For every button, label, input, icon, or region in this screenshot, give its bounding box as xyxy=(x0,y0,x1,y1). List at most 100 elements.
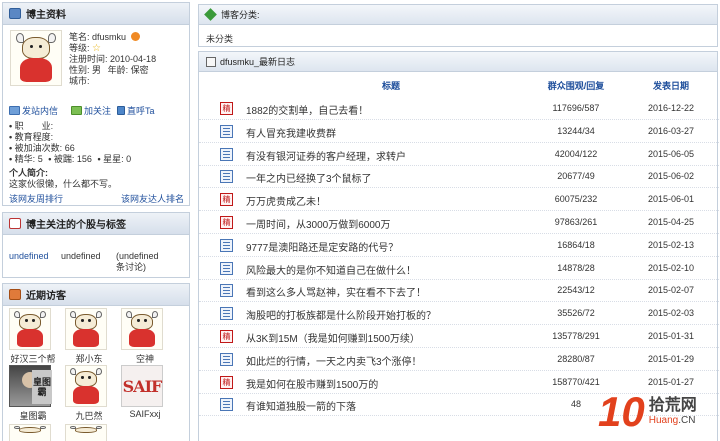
blog-row-title-link[interactable]: 看到这么多人骂赵神，实在看不下去了！ xyxy=(246,284,426,299)
post-icon xyxy=(220,352,233,366)
blog-row-title-link[interactable]: 一年之内已经换了3个鼠标了 xyxy=(246,170,372,185)
visitor-avatar-partial[interactable] xyxy=(9,424,51,441)
visitor-name[interactable]: 九巴然 xyxy=(65,409,113,422)
blog-row-title-link[interactable]: 有没有银河证券的客户经理，求转户 xyxy=(246,148,406,163)
blog-row[interactable]: 精 1882的交割单，自己去看！ 117696/587 2016-12-22 xyxy=(199,97,719,120)
blog-pencil-icon xyxy=(206,56,216,67)
blog-row-title-link[interactable]: 有人冒充我建收费群 xyxy=(246,125,336,140)
age-label: 年龄: xyxy=(107,65,129,75)
blog-row-title-link[interactable]: 从3K到15M（我是如何赚到1500万续） xyxy=(246,330,420,345)
blog-row-title-link[interactable]: 9777是澳阳路还是定安路的代号？ xyxy=(246,239,398,254)
blog-row-title-link[interactable]: 1882的交割单，自己去看！ xyxy=(246,102,368,117)
blog-row[interactable]: 精从3K到15M（我是如何赚到1500万续） 135778/291 2015-01-… xyxy=(199,325,719,348)
visitor-name[interactable]: 郑小东 xyxy=(65,352,113,365)
blog-row-views: 28280/87 xyxy=(557,353,595,364)
watermark-url-main: Huang xyxy=(648,414,679,426)
watermark-name: 拾荒网 xyxy=(648,396,697,414)
weibo-icon[interactable] xyxy=(130,32,140,41)
post-icon xyxy=(220,124,233,138)
blog-row-title-link[interactable]: 如此烂的行情，一天之内卖飞3个涨停！ xyxy=(246,353,422,368)
blog-row[interactable]: 精一周时间，从3000万做到6000万 97863/261 2015-04-25 xyxy=(199,211,719,234)
blog-row[interactable]: 有人冒充我建收费群 13244/34 2016-03-27 xyxy=(199,120,719,143)
visitor-avatar xyxy=(9,308,51,350)
blog-row-title-link[interactable]: 淘股吧的打板族都是什么阶段开始打板的？ xyxy=(246,307,436,322)
shout-button[interactable]: 直呼Ta xyxy=(117,104,155,117)
blog-row-views: 14878/28 xyxy=(557,262,595,273)
visitor-name[interactable]: 皇图霸 xyxy=(9,409,57,422)
star-count: 0 xyxy=(126,154,132,164)
visitor-item[interactable]: 郑小东 xyxy=(65,308,113,365)
blog-row-views: 16864/18 xyxy=(557,239,595,250)
gender-value: 男 xyxy=(92,65,102,75)
main-content: 博客分类: 未分类 dfusmku_最新日志 标题 群众围观/回复 发表日期 精… xyxy=(198,0,720,441)
hot-post-icon: 精 xyxy=(220,193,233,207)
follow-button[interactable]: 加关注 xyxy=(71,104,111,117)
stock-tag-link[interactable]: undefined xyxy=(9,251,49,262)
blog-row-title-link[interactable]: 一周时间，从3000万做到6000万 xyxy=(246,216,391,231)
watermark-text: 拾荒网 Huang.CN xyxy=(649,397,697,427)
hot-post-icon: 精 xyxy=(220,216,233,229)
shout-label: 直呼Ta xyxy=(127,106,155,116)
saif-logo: SAIF xyxy=(121,365,163,407)
visitor-item[interactable]: 九巴然 xyxy=(65,365,113,422)
post-icon xyxy=(220,170,233,184)
blog-row[interactable]: 有没有银河证券的客户经理，求转户 42004/122 2015-06-05 xyxy=(199,143,719,166)
essence-label: 精华: xyxy=(14,154,36,164)
blog-row[interactable]: 如此烂的行情，一天之内卖飞3个涨停！ 28280/87 2015-01-29 xyxy=(199,348,719,371)
category-panel: 博客分类: 未分类 xyxy=(198,4,718,47)
blog-row-date: 2015-06-02 xyxy=(647,171,695,182)
send-message-button[interactable]: 发站内信 xyxy=(9,104,58,117)
watermark-number: 10 xyxy=(598,387,645,435)
sidebar: 博主资料 笔名: dfusmku 等级: ☆ 注册时间: 2010-04-18 … xyxy=(0,0,192,441)
intro-text: 这家伙很懒，什么都不写。 xyxy=(9,179,118,189)
blog-row[interactable]: 风险最大的是你不知道自己在做什么！ 14878/28 2015-02-10 xyxy=(199,257,719,280)
stock-discuss-count: (undefined xyxy=(116,251,159,261)
blog-row-date: 2015-02-03 xyxy=(647,308,695,319)
blog-row-title-link[interactable]: 我是如何在股市赚到1500万的 xyxy=(246,376,378,391)
watermark-url-suffix: .CN xyxy=(678,414,696,426)
add-follow-icon xyxy=(71,106,82,115)
profile-panel: 博主资料 笔名: dfusmku 等级: ☆ 注册时间: 2010-04-18 … xyxy=(2,2,190,206)
hot-post-icon: 精 xyxy=(220,102,233,115)
visitor-name[interactable]: 空神 xyxy=(121,352,169,365)
blog-row[interactable]: 精万万虎贵成乙未！ 60075/232 2015-06-01 xyxy=(199,188,719,212)
blog-row-title-link[interactable]: 万万虎贵成乙未！ xyxy=(246,193,326,208)
blog-row-views: 42004/122 xyxy=(554,148,598,159)
watermark-url: Huang.CN xyxy=(649,415,697,427)
post-icon xyxy=(220,147,233,161)
star-label: 星星: xyxy=(103,154,124,164)
blog-row-date: 2015-01-29 xyxy=(647,353,695,364)
blog-row-title-link[interactable]: 风险最大的是你不知道自己在做什么！ xyxy=(246,262,416,277)
age-value: 保密 xyxy=(130,65,149,75)
blog-row-views: 22543/12 xyxy=(557,285,595,296)
visitor-avatar-partial[interactable] xyxy=(65,424,107,441)
blog-row[interactable]: 一年之内已经换了3个鼠标了 20677/49 2015-06-02 xyxy=(199,165,719,189)
post-icon xyxy=(220,398,233,412)
visitor-item[interactable]: 空神 xyxy=(121,308,169,365)
visitors-icon xyxy=(9,289,21,300)
blog-row-date: 2016-03-27 xyxy=(647,125,695,136)
slap-label: 被踹: xyxy=(53,154,75,164)
category-title: 博客分类: xyxy=(221,10,260,20)
blog-row-title-link[interactable]: 有谁知道独股一箭的下落 xyxy=(246,398,356,413)
visitor-item[interactable]: 皇图 霸 皇图霸 xyxy=(9,365,57,422)
profile-avatar[interactable] xyxy=(10,30,62,86)
col-date: 发表日期 xyxy=(652,81,689,91)
blog-row[interactable]: 9777是澳阳路还是定安路的代号？ 16864/18 2015-02-13 xyxy=(199,234,719,257)
blog-table-header: 标题 群众围观/回复 发表日期 xyxy=(199,76,719,94)
visitor-name[interactable]: 好汉三个帮 xyxy=(9,352,57,365)
visitor-item[interactable]: SAIF SAIFxxj xyxy=(121,365,169,419)
post-icon xyxy=(220,261,233,275)
col-title: 标题 xyxy=(382,81,401,91)
blog-row[interactable]: 看到这么多人骂赵神，实在看不下去了！ 22543/12 2015-02-07 xyxy=(199,279,719,303)
friend-week-rank-link[interactable]: 该网友周排行 xyxy=(9,192,63,205)
visitor-name[interactable]: SAIFxxj xyxy=(121,409,169,419)
trend-chart-icon xyxy=(9,218,21,229)
blog-row[interactable]: 淘股吧的打板族都是什么阶段开始打板的？ 35526/72 2015-02-03 xyxy=(199,302,719,326)
visitor-item[interactable]: 好汉三个帮 xyxy=(9,308,57,365)
blog-row-views: 135778/291 xyxy=(552,331,600,341)
category-uncategorized-link[interactable]: 未分类 xyxy=(206,32,233,45)
profile-title: 博主资料 xyxy=(26,10,66,21)
category-diamond-icon xyxy=(204,8,217,21)
friend-expert-rank-link[interactable]: 该网友达人排名 xyxy=(121,192,184,205)
